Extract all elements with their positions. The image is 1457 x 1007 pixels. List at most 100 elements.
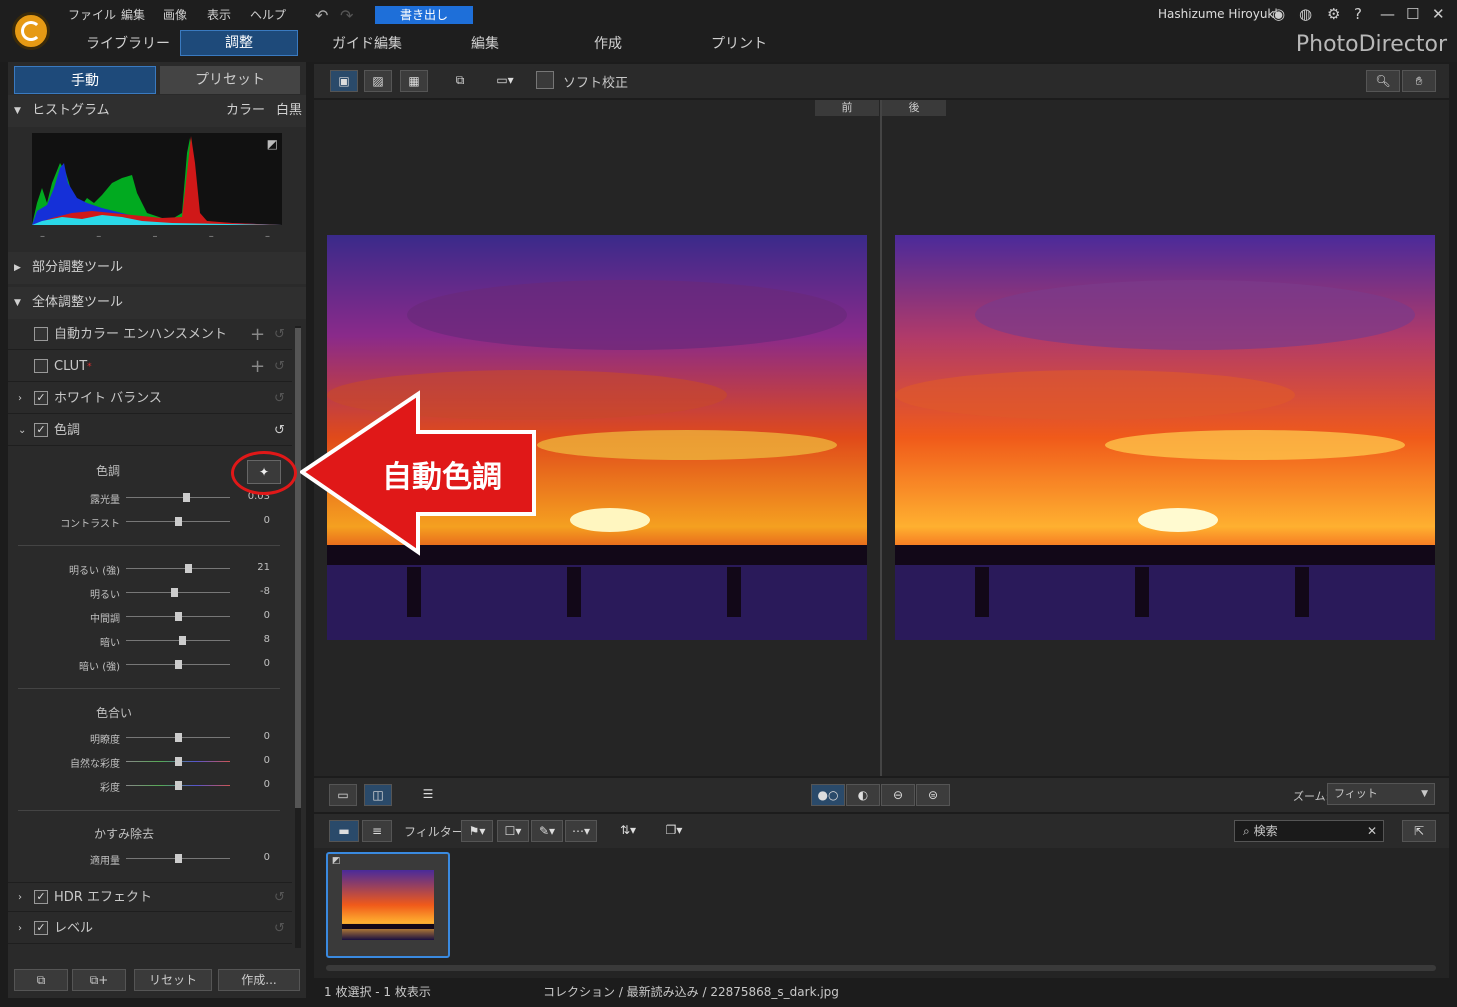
paste-settings-icon[interactable]: ⧉+: [72, 969, 126, 991]
settings-icon[interactable]: ⚙: [1327, 5, 1340, 23]
histogram-mono-toggle[interactable]: 白黒: [276, 95, 302, 127]
slider-value[interactable]: 0: [240, 515, 270, 526]
reset-icon[interactable]: ↺: [274, 416, 285, 446]
clear-search-icon[interactable]: ✕: [1367, 821, 1377, 841]
auto-color-checkbox[interactable]: [34, 326, 48, 341]
slider-handle[interactable]: [183, 493, 191, 502]
slider-handle[interactable]: [175, 854, 182, 863]
histogram-header[interactable]: ▼ ヒストグラム カラー 白黒: [8, 95, 306, 127]
histogram-color-toggle[interactable]: カラー: [226, 95, 265, 127]
slider-value[interactable]: 0: [240, 658, 270, 669]
tool-auto-color[interactable]: 自動カラー エンハンスメント + ↺: [8, 320, 292, 350]
clut-checkbox[interactable]: [34, 358, 48, 373]
hand-tool-icon[interactable]: ✋︎: [1402, 70, 1436, 92]
mode-guided-edit[interactable]: ガイド編集: [332, 33, 402, 53]
user-name[interactable]: Hashizume Hiroyuki: [1158, 7, 1278, 21]
split-mirror-icon[interactable]: ⊜: [916, 784, 950, 806]
side-by-side-icon[interactable]: ◫: [364, 784, 392, 806]
account-icon[interactable]: ◉: [1272, 5, 1285, 23]
menu-edit[interactable]: 編集: [121, 6, 145, 23]
slider-value[interactable]: -8: [240, 586, 270, 597]
mode-edit[interactable]: 編集: [471, 33, 499, 53]
add-icon[interactable]: +: [250, 352, 265, 382]
local-adjust-header[interactable]: ▶ 部分調整ツール: [8, 252, 306, 284]
sort-icon[interactable]: ☰: [414, 784, 442, 806]
tab-presets[interactable]: プリセット: [160, 66, 300, 94]
export-button[interactable]: 書き出し: [375, 6, 473, 24]
filmstrip-view-icon[interactable]: ▬: [329, 820, 359, 842]
mode-print[interactable]: プリント: [711, 33, 767, 53]
slider-handle[interactable]: [179, 636, 187, 645]
slider-track[interactable]: [126, 497, 230, 498]
collapse-icon[interactable]: ⌄: [18, 416, 26, 446]
compare-icon[interactable]: ⧉: [446, 70, 474, 92]
slider-value[interactable]: 21: [240, 562, 270, 573]
view-single-icon[interactable]: ▣: [330, 70, 358, 92]
grid-view-icon[interactable]: ▦: [400, 70, 428, 92]
copy-settings-icon[interactable]: ⧉: [14, 969, 68, 991]
white-balance-checkbox[interactable]: ✓: [34, 390, 48, 405]
menu-file[interactable]: ファイル: [68, 6, 116, 23]
maximize-icon[interactable]: ☐: [1406, 5, 1419, 23]
filmstrip-scrollbar[interactable]: [326, 965, 1436, 971]
display-icon[interactable]: ▭▾: [490, 70, 520, 92]
slider-handle[interactable]: [175, 757, 182, 766]
expand-icon[interactable]: ›: [18, 883, 22, 913]
view-photo-icon[interactable]: ▨: [364, 70, 392, 92]
levels-checkbox[interactable]: ✓: [34, 920, 48, 935]
zoom-select[interactable]: フィット ▼: [1327, 783, 1435, 805]
tab-manual[interactable]: 手動: [14, 66, 156, 94]
expand-icon[interactable]: ›: [18, 914, 22, 944]
slider-handle[interactable]: [175, 781, 182, 790]
reset-button[interactable]: リセット: [134, 969, 212, 991]
clipping-warning-icon[interactable]: ◩: [267, 137, 278, 151]
app-logo-icon[interactable]: [12, 12, 50, 50]
zoom-tool-icon[interactable]: 🔍︎: [1366, 70, 1400, 92]
flag-filter-icon[interactable]: ⚑▾: [461, 820, 493, 842]
slider-track[interactable]: [126, 568, 230, 569]
slider-handle[interactable]: [170, 588, 178, 597]
color-filter-icon[interactable]: ☐▾: [497, 820, 529, 842]
mode-adjust[interactable]: 調整: [180, 30, 298, 56]
add-icon[interactable]: +: [250, 320, 265, 350]
slider-value[interactable]: 0: [240, 731, 270, 742]
thumbnail-item[interactable]: ◩: [326, 852, 450, 958]
tool-white-balance[interactable]: › ✓ ホワイト バランス ↺: [8, 384, 292, 414]
menu-help[interactable]: ヘルプ: [250, 6, 286, 23]
hdr-checkbox[interactable]: ✓: [34, 889, 48, 904]
undo-icon[interactable]: ↶: [315, 6, 328, 25]
edit-filter-icon[interactable]: ✎▾: [531, 820, 563, 842]
slider-value[interactable]: 0: [240, 755, 270, 766]
stack-icon[interactable]: ❐▾: [658, 820, 690, 842]
tone-checkbox[interactable]: ✓: [34, 422, 48, 437]
create-preset-button[interactable]: 作成...: [218, 969, 300, 991]
redo-icon[interactable]: ↷: [340, 6, 353, 25]
notification-icon[interactable]: ◍: [1299, 5, 1312, 23]
split-divider[interactable]: [880, 100, 882, 776]
split-vertical-icon[interactable]: ◐: [846, 784, 880, 806]
slider-handle[interactable]: [175, 733, 182, 742]
tool-hdr[interactable]: › ✓ HDR エフェクト ↺: [8, 882, 292, 912]
tool-tone[interactable]: ⌄ ✓ 色調 ↺: [8, 416, 292, 446]
slider-value[interactable]: 0: [240, 610, 270, 621]
search-field[interactable]: ⌕ 検索 ✕: [1234, 820, 1384, 842]
mode-create[interactable]: 作成: [594, 33, 622, 53]
tool-levels[interactable]: › ✓ レベル ↺: [8, 914, 292, 944]
slider-track[interactable]: [126, 640, 230, 641]
single-view-icon[interactable]: ▭: [329, 784, 357, 806]
slider-handle[interactable]: [185, 564, 193, 573]
global-adjust-header[interactable]: ▼ 全体調整ツール: [8, 287, 306, 319]
mode-library[interactable]: ライブラリー: [86, 33, 170, 53]
slider-value[interactable]: 0: [240, 779, 270, 790]
more-filter-icon[interactable]: ⋯▾: [565, 820, 597, 842]
external-view-icon[interactable]: ⇱: [1402, 820, 1436, 842]
close-icon[interactable]: ✕: [1432, 5, 1445, 23]
soft-proof-checkbox[interactable]: [536, 71, 554, 89]
split-horizontal-icon[interactable]: ⊖: [881, 784, 915, 806]
expand-icon[interactable]: ›: [18, 384, 22, 414]
sort-order-icon[interactable]: ⇅▾: [612, 820, 644, 842]
slider-value[interactable]: 8: [240, 634, 270, 645]
tool-clut[interactable]: CLUT* + ↺: [8, 352, 292, 382]
menu-image[interactable]: 画像: [163, 6, 187, 23]
slider-handle[interactable]: [175, 612, 182, 621]
